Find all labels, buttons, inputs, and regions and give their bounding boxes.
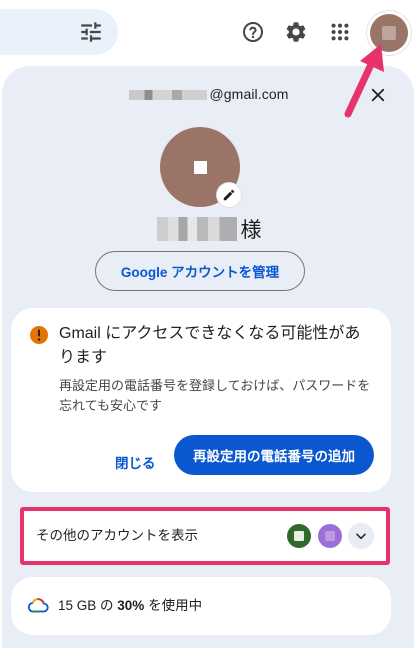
storage-usage-text: 15 GB の 30% を使用中 bbox=[58, 577, 202, 635]
avatar-placeholder bbox=[193, 160, 207, 174]
chevron-down-icon[interactable] bbox=[348, 523, 374, 549]
account-name: 様 bbox=[0, 215, 418, 243]
storage-usage-row[interactable]: 15 GB の 30% を使用中 bbox=[11, 577, 391, 635]
close-icon[interactable] bbox=[365, 82, 391, 108]
settings-icon[interactable] bbox=[282, 18, 310, 46]
manage-account-button[interactable]: Google アカウントを管理 bbox=[95, 251, 305, 291]
storage-suffix: を使用中 bbox=[144, 598, 203, 613]
tune-icon[interactable] bbox=[78, 19, 104, 45]
apps-grid-icon[interactable] bbox=[326, 18, 354, 46]
warning-title: Gmail にアクセスできなくなる可能性があります bbox=[59, 325, 361, 366]
show-other-accounts-row[interactable]: その他のアカウントを表示 bbox=[20, 507, 390, 565]
redacted-email-local-part bbox=[129, 90, 208, 101]
avatar-placeholder bbox=[325, 531, 335, 541]
add-recovery-phone-button[interactable]: 再設定用の電話番号の追加 bbox=[174, 435, 374, 475]
warning-body: 再設定用の電話番号を登録しておけば、パスワードを忘れても安心です bbox=[59, 378, 371, 413]
other-account-avatar bbox=[287, 524, 311, 548]
storage-prefix: 15 GB の bbox=[58, 598, 118, 613]
account-email: @gmail.com bbox=[0, 86, 418, 102]
dismiss-button[interactable]: 閉じる bbox=[107, 444, 164, 480]
avatar-placeholder bbox=[382, 26, 396, 40]
avatar-placeholder bbox=[294, 531, 304, 541]
warning-icon bbox=[29, 325, 49, 345]
cloud-icon bbox=[27, 597, 49, 613]
redacted-name bbox=[156, 217, 237, 241]
email-domain: @gmail.com bbox=[209, 86, 289, 102]
name-honorific: 様 bbox=[240, 219, 262, 242]
recovery-warning-card: Gmail にアクセスできなくなる可能性があります 再設定用の電話番号を登録して… bbox=[11, 308, 391, 492]
storage-percent: 30% bbox=[117, 598, 145, 613]
other-account-avatar bbox=[318, 524, 342, 548]
top-bar bbox=[0, 0, 418, 64]
account-avatar-button[interactable] bbox=[370, 14, 408, 52]
edit-pencil-icon[interactable] bbox=[217, 183, 241, 207]
other-accounts-label: その他のアカウントを表示 bbox=[36, 528, 198, 543]
help-icon[interactable] bbox=[239, 18, 267, 46]
